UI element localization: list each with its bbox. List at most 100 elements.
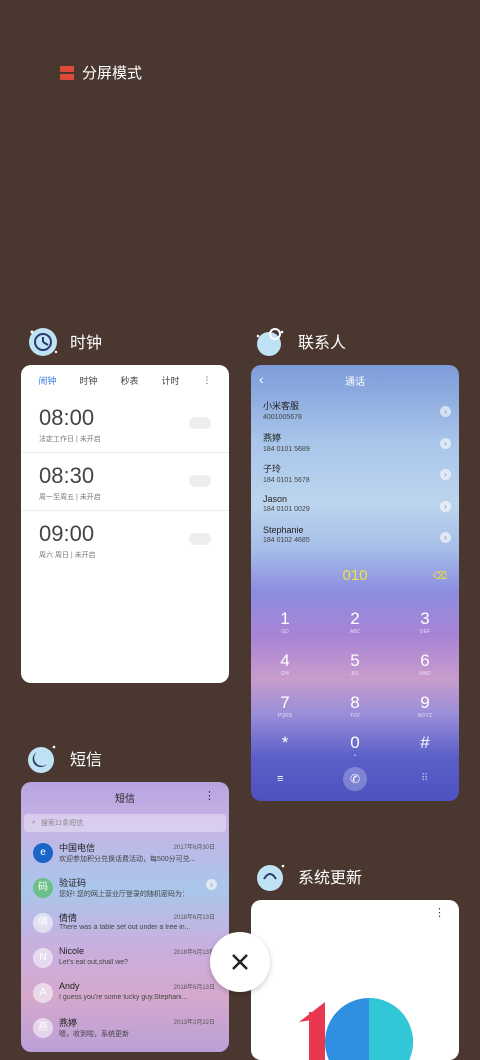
dial-key-5[interactable]: 5 JKL bbox=[325, 651, 385, 677]
dial-key-7[interactable]: 7 PQRS bbox=[255, 693, 315, 719]
dial-key-6[interactable]: 6 MNO bbox=[395, 651, 455, 677]
clock-app-header[interactable]: 时钟 bbox=[24, 322, 102, 360]
tab-alarm[interactable]: 闹钟 bbox=[38, 374, 56, 387]
contact-name: Stephanie bbox=[263, 525, 304, 536]
alarm-toggle[interactable] bbox=[189, 475, 211, 487]
more-icon[interactable]: ⋮ bbox=[434, 906, 445, 919]
avatar: 倩 bbox=[33, 913, 53, 933]
thread-name: 燕婷 bbox=[59, 1018, 78, 1028]
alarm-item[interactable]: 08:00 法定工作日 | 未开启 bbox=[21, 395, 229, 453]
chevron-right-icon[interactable]: › bbox=[440, 406, 451, 417]
messages-app-card[interactable]: 短信 ⋮ ⌕ 搜索11条短信 e 中国电信 欢迎参加积分兑换话费活动，每500分… bbox=[21, 782, 229, 1052]
dial-key-8[interactable]: 8 TUV bbox=[325, 693, 385, 719]
thread-preview: 欢迎参加积分兑换话费活动，每500分可兑... bbox=[59, 856, 196, 863]
dial-key-3[interactable]: 3 DEF bbox=[395, 609, 455, 635]
alarm-subtitle: 周一至周五 | 未开启 bbox=[39, 494, 101, 501]
contact-row[interactable]: 小米客服 4001005678 › bbox=[251, 395, 459, 427]
chevron-right-icon[interactable]: › bbox=[440, 500, 451, 512]
contacts-app-card[interactable]: ‹ 通话 小米客服 4001005678 › 燕婷 184 0101 5689 … bbox=[251, 365, 459, 801]
miui-logo-icon bbox=[299, 998, 413, 1060]
contact-phone: 4001005678 bbox=[263, 414, 302, 421]
more-icon[interactable]: ⋮ bbox=[202, 375, 211, 386]
backspace-icon[interactable]: ⌫ bbox=[433, 571, 447, 582]
avatar: A bbox=[33, 983, 53, 1003]
contacts-top-bar: ‹ 通话 bbox=[251, 365, 459, 395]
close-all-button[interactable] bbox=[210, 932, 270, 992]
alarm-item[interactable]: 09:00 周六 周日 | 未开启 bbox=[21, 511, 229, 568]
dial-key-2[interactable]: 2 ABC bbox=[325, 609, 385, 635]
contacts-app-header[interactable]: 联系人 bbox=[252, 322, 346, 360]
contact-row[interactable]: Jason 184 0101 0029 › bbox=[251, 490, 459, 522]
thread-preview: 嗯，收到啦，系统更新 bbox=[59, 1031, 129, 1038]
thread-name: 中国电信 bbox=[59, 843, 96, 853]
contacts-tab-title: 通话 bbox=[345, 376, 365, 388]
alarm-subtitle: 法定工作日 | 未开启 bbox=[39, 436, 101, 443]
tab-timer[interactable]: 计时 bbox=[161, 374, 179, 387]
system-update-app-card[interactable]: ⋮ bbox=[251, 900, 459, 1060]
alarm-time: 09:00 bbox=[39, 521, 95, 546]
contact-row[interactable]: 子玲 184 0101 5678 › bbox=[251, 458, 459, 490]
chevron-right-icon[interactable]: › bbox=[206, 879, 217, 890]
message-thread[interactable]: 码 验证码 您好! 您的网上营业厅登录的随机密码为： › bbox=[21, 873, 229, 907]
dial-input[interactable]: 010 bbox=[251, 567, 459, 584]
thread-preview: I guess you're some lucky guy.Stephani..… bbox=[59, 994, 188, 1001]
avatar: N bbox=[33, 948, 53, 968]
thread-preview: Let's eat out,shall we? bbox=[59, 959, 129, 966]
message-thread[interactable]: N Nicole Let's eat out,shall we? 2018年6月… bbox=[21, 943, 229, 977]
alarm-time: 08:30 bbox=[39, 463, 95, 488]
call-icon[interactable]: ✆ bbox=[343, 767, 367, 791]
chevron-right-icon[interactable]: › bbox=[440, 437, 451, 449]
thread-preview: 您好! 您的网上营业厅登录的随机密码为： bbox=[59, 891, 189, 898]
update-app-title: 系统更新 bbox=[298, 870, 363, 887]
clock-app-card[interactable]: 闹钟 时钟 秒表 计时 ⋮ 08:00 法定工作日 | 未开启 08:30 周一… bbox=[21, 365, 229, 683]
thread-date: 2018年6月13日 bbox=[173, 985, 215, 991]
contact-phone: 184 0101 5678 bbox=[263, 477, 310, 485]
alarm-toggle[interactable] bbox=[189, 533, 211, 545]
system-update-app-icon bbox=[252, 857, 290, 895]
tab-clock[interactable]: 时钟 bbox=[79, 374, 97, 387]
contact-row[interactable]: Stephanie 184 0102 4685 › bbox=[251, 521, 459, 553]
thread-name: 验证码 bbox=[59, 878, 87, 888]
messages-app-icon bbox=[24, 739, 62, 777]
search-input[interactable]: ⌕ 搜索11条短信 bbox=[24, 814, 226, 832]
message-thread[interactable]: 倩 倩倩 There was a table set out under a t… bbox=[21, 908, 229, 942]
clock-app-icon bbox=[24, 322, 62, 360]
alarm-subtitle: 周六 周日 | 未开启 bbox=[39, 552, 96, 559]
thread-date: 2018年6月13日 bbox=[173, 915, 215, 921]
thread-date: 2017年6月30日 bbox=[173, 845, 215, 851]
dial-key-9[interactable]: 9 WXYZ bbox=[395, 693, 455, 719]
contact-phone: 184 0102 4685 bbox=[263, 537, 310, 545]
contact-row[interactable]: 燕婷 184 0101 5689 › bbox=[251, 427, 459, 459]
contact-name: Jason bbox=[263, 493, 288, 504]
back-icon[interactable]: ‹ bbox=[259, 371, 264, 387]
alarm-time: 08:00 bbox=[39, 405, 95, 430]
thread-name: 倩倩 bbox=[59, 913, 78, 923]
avatar: 码 bbox=[33, 878, 53, 898]
split-screen-icon bbox=[60, 65, 74, 80]
clock-tabs: 闹钟 时钟 秒表 计时 ⋮ bbox=[21, 365, 229, 395]
thread-name: Andy bbox=[59, 981, 80, 991]
china-telecom-icon: e bbox=[33, 843, 53, 863]
messages-app-header[interactable]: 短信 bbox=[24, 739, 102, 777]
alarm-toggle[interactable] bbox=[189, 417, 211, 429]
thread-name: Nicole bbox=[59, 946, 85, 956]
dial-key-star[interactable]: * bbox=[255, 733, 315, 753]
update-app-header[interactable]: 系统更新 bbox=[252, 857, 362, 895]
dial-key-1[interactable]: 1 GD bbox=[255, 609, 315, 635]
dial-key-0[interactable]: 0 + bbox=[325, 733, 385, 759]
more-icon[interactable]: ⋮ bbox=[204, 789, 215, 802]
message-thread[interactable]: e 中国电信 欢迎参加积分兑换话费活动，每500分可兑... 2017年6月30… bbox=[21, 838, 229, 872]
messages-app-title: 短信 bbox=[70, 752, 103, 769]
message-thread[interactable]: 燕 燕婷 嗯，收到啦，系统更新 2013年2月22日 bbox=[21, 1013, 229, 1047]
menu-icon[interactable]: ≡ bbox=[277, 773, 283, 785]
message-thread[interactable]: A Andy I guess you're some lucky guy.Ste… bbox=[21, 978, 229, 1012]
search-placeholder: 搜索11条短信 bbox=[40, 820, 84, 827]
keypad-icon[interactable]: ⠿ bbox=[421, 773, 428, 784]
tab-stopwatch[interactable]: 秒表 bbox=[120, 374, 138, 387]
alarm-item[interactable]: 08:30 周一至周五 | 未开启 bbox=[21, 453, 229, 511]
dial-key-4[interactable]: 4 GHI bbox=[255, 651, 315, 677]
split-screen-button[interactable]: 分屏模式 bbox=[60, 62, 142, 83]
contact-name: 燕婷 bbox=[263, 432, 282, 443]
dial-key-hash[interactable]: # bbox=[395, 733, 455, 753]
contacts-app-title: 联系人 bbox=[298, 335, 347, 352]
